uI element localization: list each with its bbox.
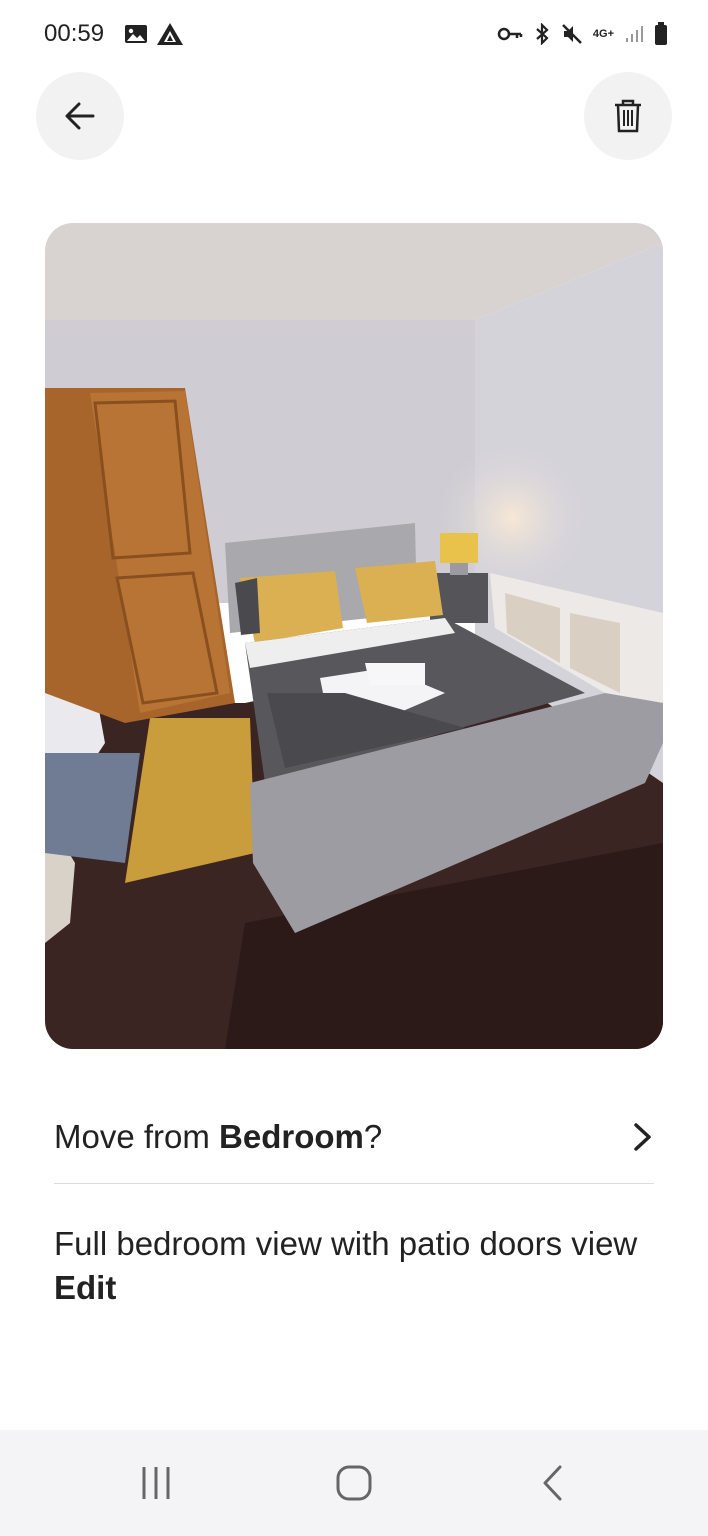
move-suffix: ? bbox=[363, 1117, 383, 1155]
image-icon bbox=[125, 25, 147, 43]
battery-icon bbox=[655, 22, 667, 45]
photo-caption: Full bedroom view with patio doors view … bbox=[54, 1222, 664, 1310]
nav-back-button[interactable] bbox=[522, 1460, 582, 1506]
recents-button[interactable] bbox=[126, 1460, 186, 1506]
arrow-left-icon bbox=[65, 102, 95, 130]
home-icon bbox=[336, 1465, 372, 1501]
move-room-name: Bedroom bbox=[219, 1117, 364, 1155]
signal-icon bbox=[626, 26, 643, 42]
system-nav-bar bbox=[0, 1430, 708, 1536]
edit-caption-link[interactable]: Edit bbox=[54, 1269, 116, 1306]
bluetooth-icon bbox=[536, 23, 549, 45]
move-prefix: Move from bbox=[54, 1117, 220, 1155]
caption-text: Full bedroom view with patio doors view bbox=[54, 1225, 638, 1262]
status-left-icons bbox=[124, 22, 184, 46]
app-icon bbox=[157, 23, 183, 45]
status-bar: 00:59 4G+ bbox=[0, 0, 708, 70]
move-room-row[interactable]: Move from Bedroom? bbox=[54, 1090, 654, 1184]
back-icon bbox=[543, 1465, 562, 1501]
chevron-right-icon bbox=[634, 1122, 651, 1151]
recents-icon bbox=[142, 1467, 170, 1499]
status-right-icons: 4G+ bbox=[497, 22, 668, 46]
move-room-text: Move from Bedroom? bbox=[54, 1118, 382, 1156]
key-icon bbox=[497, 27, 523, 41]
bedroom-photo[interactable] bbox=[45, 223, 663, 1049]
network-icon: 4G+ bbox=[592, 27, 614, 40]
back-button[interactable] bbox=[36, 72, 124, 160]
delete-button[interactable] bbox=[584, 72, 672, 160]
mute-icon bbox=[562, 24, 582, 44]
home-button[interactable] bbox=[324, 1460, 384, 1506]
trash-icon bbox=[615, 99, 641, 133]
bedroom-photo-image bbox=[45, 223, 663, 1049]
status-time: 00:59 bbox=[44, 20, 105, 47]
